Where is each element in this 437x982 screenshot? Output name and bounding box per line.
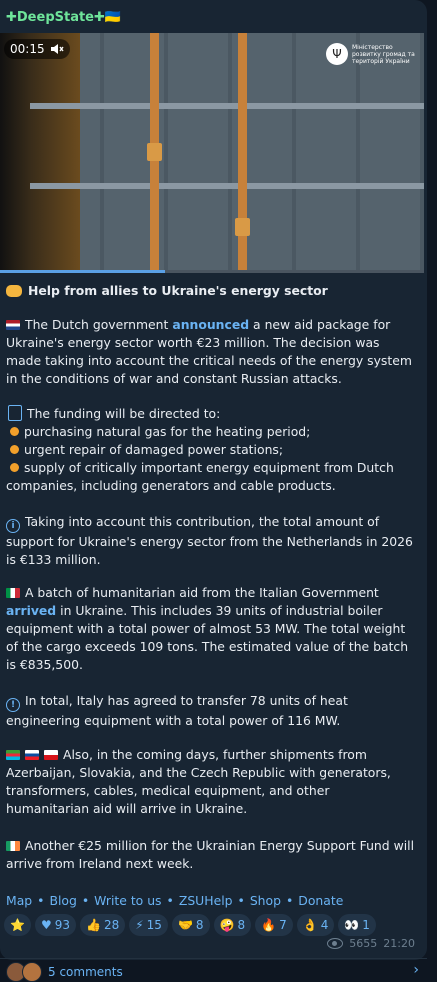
message-bubble: ✚DeepState✚🇺🇦 00:15 Ψ Міністерство розви… [0,0,427,960]
list-item: purchasing natural gas for the heating p… [6,423,416,441]
eyes-icon: 👀 [344,918,360,932]
video-frame [40,33,424,273]
link-zsuhelp[interactable]: ZSUHelp [179,893,233,908]
reaction-fire[interactable]: 🔥 7 [255,914,293,936]
netherlands-flag-icon [6,320,20,330]
reaction-star[interactable]: ⭐ [4,914,31,936]
video-strap [235,33,250,273]
clipboard-icon [8,405,22,421]
paragraph-netherlands: The Dutch government announced a new aid… [6,317,412,386]
link-write-to-us[interactable]: Write to us [94,893,161,908]
reaction-count: 28 [103,918,120,932]
reaction-count: 8 [237,918,246,932]
crazy-face-icon: 🤪 [219,918,235,932]
handshake-icon: 🤝 [177,918,193,932]
mute-icon[interactable] [50,43,64,55]
comments-button[interactable]: 5 comments [6,962,123,982]
paragraph-total-netherlands: i Taking into account this contribution, … [6,514,413,567]
star-icon: ⭐ [10,918,25,932]
paragraph-other-countries: Also, in the coming days, further shipme… [6,747,391,816]
reaction-eyes[interactable]: 👀 1 [338,914,376,936]
czech-flag-icon [44,750,58,760]
video-strap [147,33,162,273]
channel-name[interactable]: ✚DeepState✚🇺🇦 [6,10,121,25]
video-player[interactable]: 00:15 Ψ Міністерство розвитку громад та … [0,33,424,273]
reaction-count: 7 [279,918,287,932]
reaction-lightning[interactable]: ⚡ 15 [129,914,168,936]
arrived-link[interactable]: arrived [6,603,56,618]
video-time: 00:15 [10,42,45,56]
message-time: 21:20 [383,937,415,950]
avatar [22,962,42,982]
paragraph-italy: A batch of humanitarian aid from the Ita… [6,585,409,672]
reaction-handshake[interactable]: 🤝 8 [171,914,210,936]
reaction-count: 93 [54,918,70,932]
reactions-bar: ⭐ ♥ 93 👍 28 ⚡ 15 🤝 8 🤪 8 🔥 7 👌 4 👀 1 [4,914,376,936]
reaction-count: 4 [320,918,329,932]
reaction-count: 15 [146,918,162,932]
lightning-icon: ⚡ [135,918,144,932]
ministry-watermark: Ψ Міністерство розвитку громад та терито… [326,43,418,65]
reaction-thumbs-up[interactable]: 👍 28 [80,914,126,936]
reaction-count: 1 [362,918,370,932]
reaction-count: 8 [195,918,204,932]
thumbs-up-icon: 👍 [86,918,101,932]
announced-link[interactable]: announced [172,317,249,332]
orange-dot-icon [10,463,19,472]
heart-icon: ♥ [40,918,52,932]
link-blog[interactable]: Blog [49,893,76,908]
ireland-flag-icon [6,841,20,851]
reaction-heart[interactable]: ♥ 93 [34,914,76,936]
trident-icon: Ψ [326,43,348,65]
azerbaijan-flag-icon [6,750,20,760]
handshake-icon [6,285,22,297]
link-map[interactable]: Map [6,893,32,908]
paragraph-italy-total: ! In total, Italy has agreed to transfer … [6,693,348,728]
video-rail [30,183,424,189]
video-cargo [0,33,80,273]
ok-hand-icon: 👌 [302,918,318,932]
paragraph-funding: The funding will be directed to: purchas… [6,405,416,495]
view-count: 5655 [349,937,378,950]
eye-icon [327,938,344,949]
orange-dot-icon [10,427,19,436]
info-icon: i [6,519,20,533]
reaction-crazy-face[interactable]: 🤪 8 [213,914,252,936]
fire-icon: 🔥 [261,918,277,932]
video-rail [30,103,424,109]
video-progress-fill [0,270,166,273]
slovakia-flag-icon [25,750,39,760]
footer-links: Map • Blog • Write to us • ZSUHelp • Shop • D… [6,893,344,908]
list-item: supply of critically important energy eq… [6,460,394,493]
divider [0,958,427,959]
post-heading: Help from allies to Ukraine's energy sec… [6,282,416,300]
ministry-text: Міністерство розвитку громад та територі… [352,43,415,65]
message-meta: 5655 21:20 [327,937,415,950]
orange-dot-icon [10,445,19,454]
list-item: urgent repair of damaged power stations; [6,441,416,459]
video-time-pill[interactable]: 00:15 [4,39,70,59]
comments-label: 5 comments [48,965,123,979]
italy-flag-icon [6,588,20,598]
reaction-ok-hand[interactable]: 👌 4 [296,914,335,936]
info-icon: ! [6,698,20,712]
link-donate[interactable]: Donate [298,893,343,908]
link-shop[interactable]: Shop [250,893,281,908]
paragraph-ireland: Another €25 million for the Ukrainian En… [6,838,415,871]
